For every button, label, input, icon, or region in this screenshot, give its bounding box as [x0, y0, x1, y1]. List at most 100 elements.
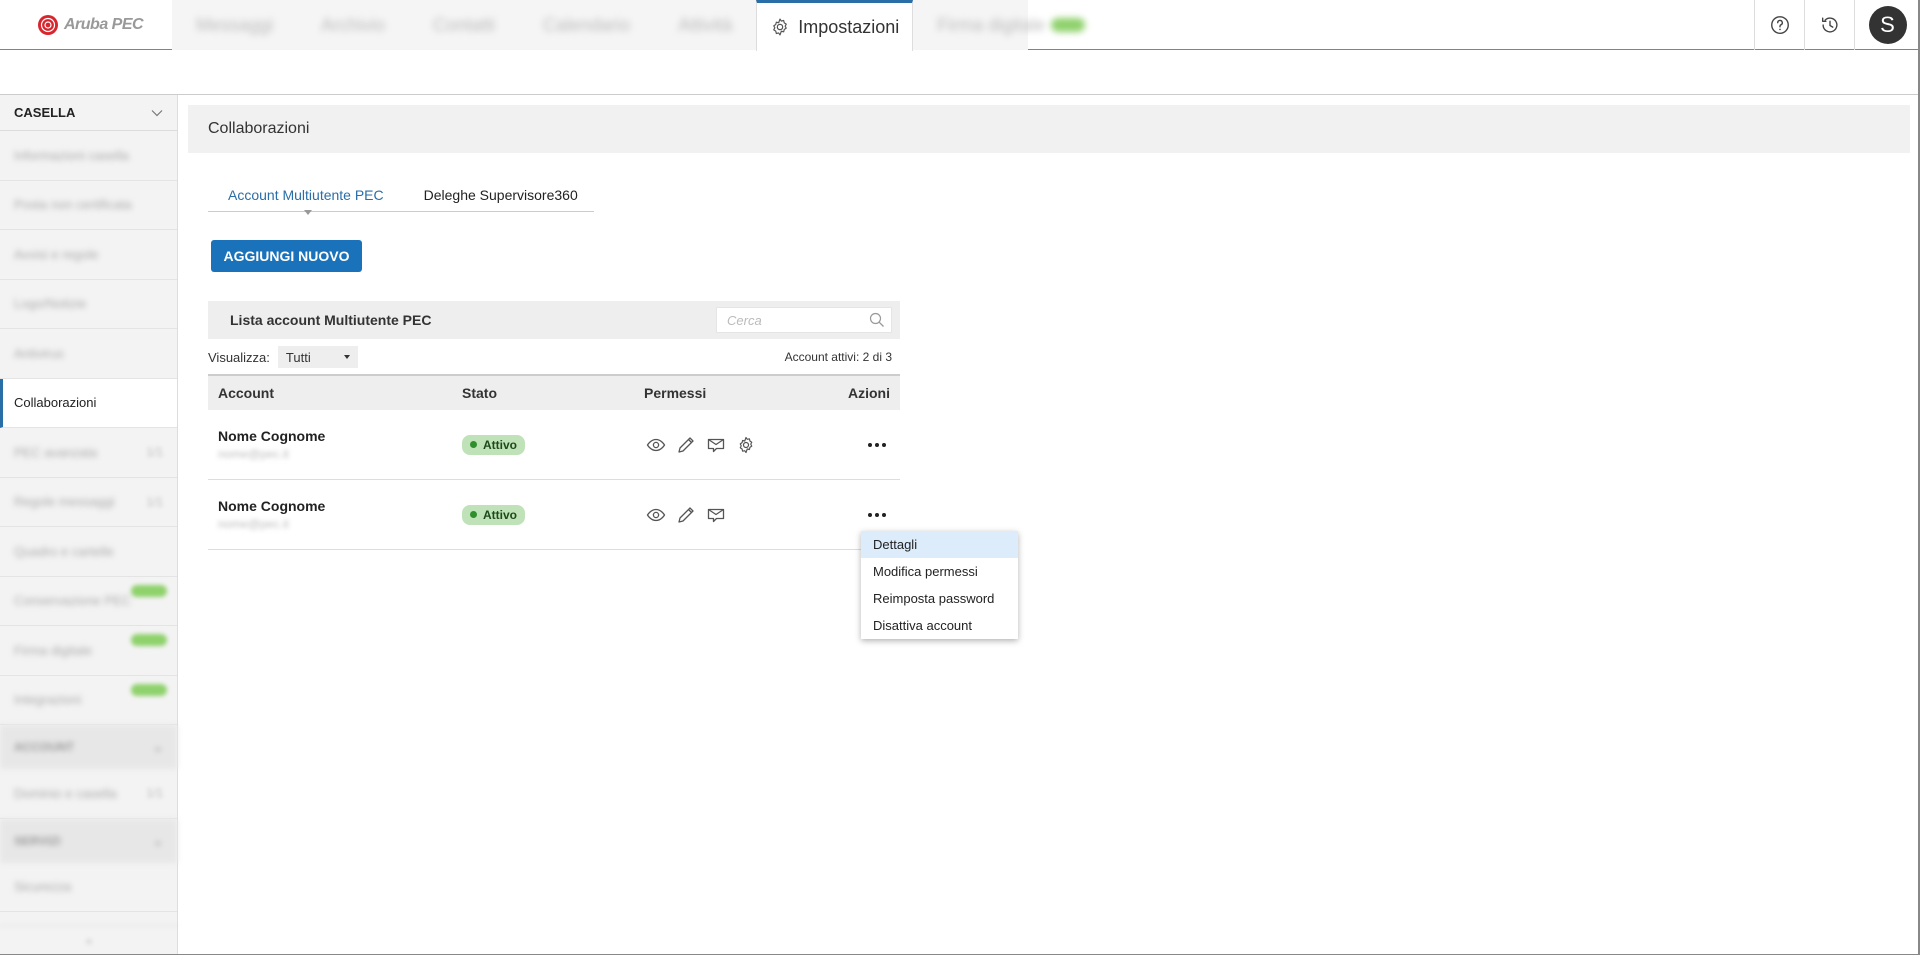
account-cell: Nome Cognome nome@pec.it [208, 498, 462, 531]
brand-name: Aruba PEC [64, 16, 144, 33]
status-dot [470, 511, 477, 518]
col-stato: Stato [462, 385, 497, 401]
new-badge [131, 683, 167, 696]
sidebar-section-servizi[interactable]: SERVIZI ⌄ [0, 818, 177, 863]
account-name: Nome Cognome [218, 428, 326, 444]
sidebar-item-integrazioni[interactable]: Integrazioni [0, 676, 177, 725]
list-header: Lista account Multiutente PEC [208, 301, 900, 339]
active-accounts-count: Account attivi: 2 di 3 [784, 350, 892, 364]
sidebar-item-dominio[interactable]: Dominio e casella 1/1 [0, 769, 177, 819]
filter-row: Visualizza: Tutti Account attivi: 2 di 3 [208, 345, 900, 369]
sidebar-item-regole[interactable]: Regole messaggi 1/1 [0, 478, 177, 527]
tab-impostazioni-label: Impostazioni [798, 16, 900, 37]
more-actions-button[interactable] [864, 435, 890, 455]
history-icon [1821, 17, 1838, 33]
sidebar-item-conservazione[interactable]: Conservazione PEC [0, 577, 177, 626]
sidebar-item-logo[interactable]: Logo/Notizie [0, 280, 177, 329]
aruba-pec-logo[interactable]: Aruba PEC [36, 12, 144, 38]
top-bar: Aruba PEC Messaggi Archivio Contatti Cal… [0, 0, 1920, 51]
search-input[interactable] [727, 312, 867, 328]
sidebar-section-casella[interactable]: CASELLA [0, 95, 177, 131]
menu-item-modifica-permessi[interactable]: Modifica permessi [861, 558, 1018, 585]
mail-icon [704, 433, 728, 457]
status-dot [470, 441, 477, 448]
actions-cell [834, 435, 900, 455]
permissions-cell [644, 433, 834, 457]
table-row: Nome Cognome nome@pec.it Attivo [208, 480, 900, 550]
help-icon [1770, 16, 1789, 34]
accounts-table: Account Stato Permessi Azioni Nome Cogno… [208, 374, 900, 550]
menu-item-reimposta-password[interactable]: Reimposta password [861, 585, 1018, 612]
subtabs: Account Multiutente PEC Deleghe Supervis… [208, 178, 594, 215]
account-email: nome@pec.it [218, 447, 289, 461]
active-tab-caret [304, 210, 312, 215]
status-cell: Attivo [462, 504, 644, 525]
tab-archivio[interactable]: Archivio [297, 0, 409, 50]
eye-icon [644, 503, 668, 527]
page-title-bar: Collaborazioni [188, 105, 1910, 153]
list-title: Lista account Multiutente PEC [230, 312, 432, 328]
secondary-bar [0, 51, 1920, 95]
col-permessi: Permessi [644, 385, 707, 401]
permissions-cell [644, 503, 834, 527]
rose-icon [38, 15, 58, 35]
account-name: Nome Cognome [218, 498, 326, 514]
sidebar-item-label: Collaborazioni [14, 395, 97, 411]
sidebar-item-info[interactable]: Informazioni casella [0, 131, 177, 181]
sidebar-item-firma[interactable]: Firma digitale [0, 626, 177, 676]
row-actions-menu: Dettagli Modifica permessi Reimposta pas… [861, 531, 1018, 639]
sidebar: CASELLA Informazioni casella Posta non c… [0, 95, 178, 955]
new-badge [1051, 18, 1086, 32]
help-button[interactable] [1754, 0, 1804, 50]
tab-contatti[interactable]: Contatti [409, 0, 519, 50]
page-title: Collaborazioni [208, 120, 310, 137]
caret-down-icon [343, 355, 350, 359]
sidebar-item-pec-avanzata[interactable]: PEC avanzata 1/1 [0, 428, 177, 478]
status-cell: Attivo [462, 434, 644, 455]
tab-impostazioni[interactable]: Impostazioni [756, 0, 914, 51]
menu-item-disattiva-account[interactable]: Disattiva account [861, 612, 1018, 639]
new-badge [131, 584, 167, 597]
status-badge: Attivo [462, 434, 525, 455]
gear-icon [734, 433, 758, 457]
chevron-down-icon [151, 109, 163, 116]
tab-firma-digitale[interactable]: Firma digitale [913, 0, 1109, 50]
sidebar-item-quadro[interactable]: Quadro e cartelle [0, 527, 177, 577]
tab-calendario[interactable]: Calendario [519, 0, 654, 50]
main-nav: Messaggi Archivio Contatti Calendario At… [172, 0, 1086, 51]
filter-select[interactable]: Tutti [277, 346, 358, 368]
pencil-icon [674, 433, 698, 457]
sidebar-item-collaborazioni[interactable]: Collaborazioni [0, 378, 177, 428]
eye-icon [644, 433, 668, 457]
history-button[interactable] [1804, 0, 1854, 50]
sidebar-item-avvisi[interactable]: Avvisi e regole [0, 230, 177, 280]
tab-account-multiutente[interactable]: Account Multiutente PEC [208, 187, 404, 203]
avatar: S [1868, 6, 1907, 44]
sidebar-collapse-button[interactable]: « [0, 925, 178, 955]
sidebar-header-label: CASELLA [14, 105, 76, 120]
sidebar-item-posta[interactable]: Posta non certificata [0, 181, 177, 230]
status-badge: Attivo [462, 504, 525, 525]
user-menu-button[interactable]: S [1854, 0, 1920, 50]
actions-cell [834, 505, 900, 525]
tab-messaggi[interactable]: Messaggi [172, 0, 297, 50]
pencil-icon [674, 503, 698, 527]
tab-attivita[interactable]: Attività [654, 0, 756, 50]
account-email: nome@pec.it [218, 517, 289, 531]
filter: Visualizza: Tutti [208, 346, 358, 368]
gear-icon [773, 18, 788, 36]
sidebar-item-antivirus[interactable]: Antivirus [0, 329, 177, 379]
new-badge [131, 634, 167, 646]
filter-label: Visualizza: [208, 349, 270, 365]
filter-value: Tutti [285, 349, 311, 365]
mail-icon [704, 503, 728, 527]
menu-item-dettagli[interactable]: Dettagli [861, 531, 1018, 558]
add-new-button[interactable]: AGGIUNGI NUOVO [211, 240, 362, 272]
search-icon[interactable] [869, 312, 885, 328]
sidebar-item-sicurezza[interactable]: Sicurezza [0, 863, 177, 912]
sidebar-section-account[interactable]: ACCOUNT ⌄ [0, 725, 177, 769]
top-right-tools: S [1754, 0, 1920, 50]
more-actions-button[interactable] [864, 505, 890, 525]
tab-deleghe-supervisore[interactable]: Deleghe Supervisore360 [404, 187, 598, 203]
col-azioni: Azioni [848, 385, 890, 401]
